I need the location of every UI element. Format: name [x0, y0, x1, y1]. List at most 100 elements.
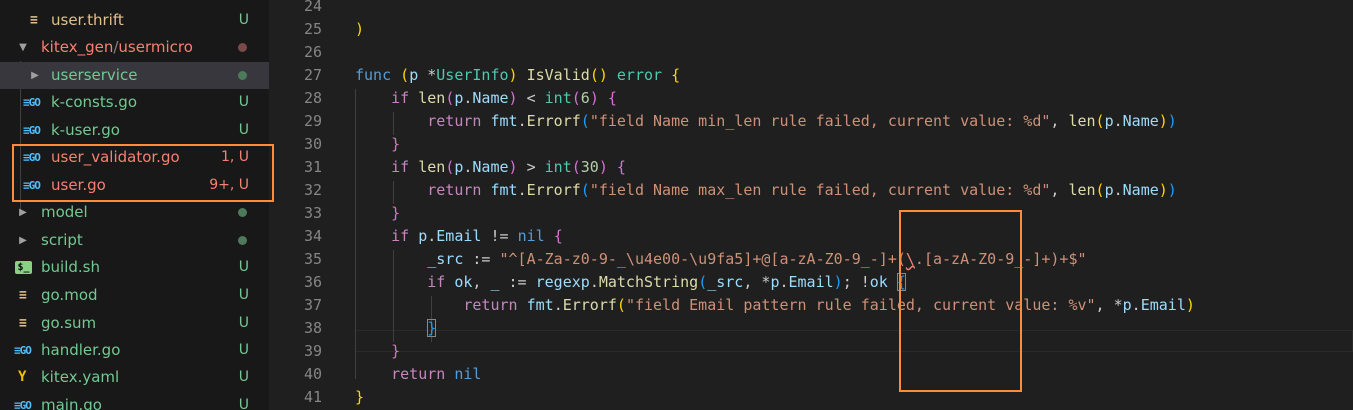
line-number: 32: [303, 181, 322, 199]
code-token: if: [427, 273, 446, 291]
code-token: nil: [454, 365, 482, 383]
folder-name: usermicro: [118, 38, 193, 56]
file-item-user-thrift[interactable]: ≡ user.thrift U: [0, 7, 269, 34]
code-token: (: [580, 181, 590, 199]
code-token: (: [1095, 181, 1105, 199]
code-token: ,: [1050, 181, 1069, 199]
file-item-kitex-yaml[interactable]: Y kitex.yaml U: [0, 364, 269, 391]
file-name: build.sh: [41, 258, 100, 276]
code-token: "^[A-Za-z0-9-_\u4e00-\u9fa5]+@[a-zA-Z0-9…: [499, 250, 906, 268]
code-token: :=: [463, 250, 500, 268]
line-number: 41: [303, 388, 322, 406]
file-name: kitex.yaml: [41, 368, 120, 386]
code-token: if: [391, 227, 410, 245]
untracked-dot-icon: [238, 236, 247, 245]
code-token: error: [616, 66, 663, 84]
folder-item-kitex-gen[interactable]: ▼ kitex_gen/usermicro: [0, 34, 269, 61]
code-token: ): [1158, 112, 1168, 130]
git-status-badge: U: [238, 369, 249, 385]
code-line: return fmt.Errorf("field Name max_len ru…: [355, 179, 1177, 202]
code-token: .: [1131, 296, 1141, 314]
file-name: go.mod: [41, 286, 98, 304]
code-token: Name: [472, 89, 509, 107]
code-token: , *: [1095, 296, 1123, 314]
code-token: "field Email pattern rule failed, curren…: [625, 296, 1096, 314]
chevron-right-icon: ▶: [19, 207, 27, 218]
file-name: k-consts.go: [51, 93, 138, 111]
git-status-badge: U: [238, 397, 249, 410]
code-token: p: [1122, 296, 1132, 314]
code-token: len: [418, 89, 446, 107]
code-token: int: [544, 89, 572, 107]
folder-path: kitex_gen/usermicro: [41, 34, 193, 61]
file-item-go-sum[interactable]: ≡ go.sum U: [0, 310, 269, 337]
file-item-main-go[interactable]: ≡GO main.go U: [0, 392, 269, 410]
folder-item-model[interactable]: ▶ model: [0, 199, 269, 226]
code-token: }: [391, 135, 401, 153]
code-token: ): [589, 89, 599, 107]
line-number: 30: [303, 135, 322, 153]
code-token: if: [391, 89, 410, 107]
file-name: main.go: [41, 396, 102, 410]
code-line: }: [355, 317, 437, 340]
folder-item-userservice[interactable]: ▶ userservice: [0, 62, 269, 89]
folder-name: userservice: [51, 66, 138, 84]
code-token: (: [571, 158, 581, 176]
code-token: Errorf: [526, 112, 581, 130]
code-token: (: [571, 89, 581, 107]
file-item-handler-go[interactable]: ≡GO handler.go U: [0, 337, 269, 364]
file-item-k-consts-go[interactable]: ≡GO k-consts.go U: [0, 89, 269, 116]
chevron-down-icon: ▼: [19, 42, 27, 53]
folder-item-script[interactable]: ▶ script: [0, 227, 269, 254]
folder-name: model: [41, 203, 88, 221]
file-item-go-mod[interactable]: ≡ go.mod U: [0, 282, 269, 309]
untracked-dot-icon: [238, 71, 247, 80]
code-editor[interactable]: 24 25 26 27 28 29 30 31 32 33 34 35 36 37 38 39 40 41 ) fu…: [269, 0, 1353, 410]
file-item-k-user-go[interactable]: ≡GO k-user.go U: [0, 117, 269, 144]
line-number: 37: [303, 296, 322, 314]
code-token: (: [698, 273, 708, 291]
annotation-box-code: [899, 210, 1022, 392]
code-token: <: [517, 89, 545, 107]
file-item-build-sh[interactable]: $_ build.sh U: [0, 254, 269, 281]
code-token: (: [445, 89, 455, 107]
code-token: (: [580, 112, 590, 130]
code-token: {: [671, 66, 681, 84]
git-status-badge: U: [238, 12, 249, 28]
code-token: _src: [427, 250, 464, 268]
thrift-icon: ≡: [30, 13, 38, 28]
code-token: fmt: [490, 181, 518, 199]
code-token: _: [490, 273, 500, 291]
code-token: ; !: [842, 273, 870, 291]
code-token: {: [607, 89, 617, 107]
code-token: len: [1068, 181, 1096, 199]
code-line: if len(p.Name) < int(6) {: [355, 87, 617, 110]
yaml-file-icon: Y: [18, 369, 27, 385]
git-status-badge: U: [238, 259, 249, 275]
code-token: "field Name max_len rule failed, current…: [589, 181, 1051, 199]
line-number: 34: [303, 227, 322, 245]
code-token: .: [1113, 112, 1123, 130]
code-token: .: [779, 273, 789, 291]
code-token: ): [508, 89, 518, 107]
go-mod-icon: ≡: [19, 288, 27, 303]
code-token: if: [391, 158, 410, 176]
code-token: nil: [517, 227, 545, 245]
annotation-box-files: [12, 144, 274, 202]
code-token: ,: [472, 273, 491, 291]
code-token: MatchString: [598, 273, 699, 291]
